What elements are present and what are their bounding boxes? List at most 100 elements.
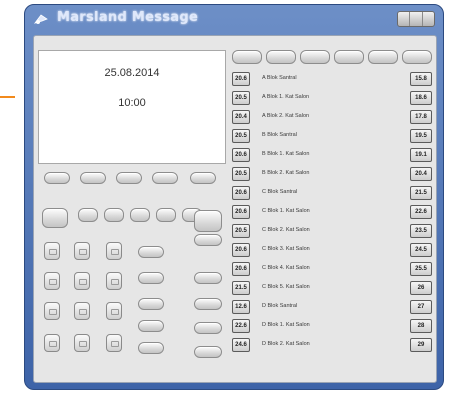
control-button-8[interactable] [104,208,124,222]
row-left-value[interactable]: 20.5 [232,224,250,238]
side-button-6[interactable] [138,320,164,332]
top-button-4[interactable] [334,50,364,64]
row-left-value[interactable]: 24.6 [232,338,250,352]
row-right-value[interactable]: 23.5 [410,224,432,238]
control-button-5[interactable] [190,172,216,184]
keypad-key-3[interactable] [106,242,122,260]
row-label: C Blok 1. Kat Salon [262,208,310,214]
row-left-value[interactable]: 20.6 [232,186,250,200]
list-item[interactable]: 20.5 B Blok Santral 19.5 [232,127,432,145]
row-left-value[interactable]: 20.6 [232,72,250,86]
list-item[interactable]: 20.6 C Blok Santral 21.5 [232,184,432,202]
row-left-value[interactable]: 20.6 [232,262,250,276]
row-label: C Blok 2. Kat Salon [262,227,310,233]
keypad-key-1[interactable] [44,242,60,260]
top-button-1[interactable] [232,50,262,64]
side-button-9[interactable] [194,346,222,358]
keypad-key-12[interactable] [106,334,122,352]
top-button-3[interactable] [300,50,330,64]
row-right-value[interactable]: 28 [410,319,432,333]
control-button-9[interactable] [130,208,150,222]
control-button-7[interactable] [78,208,98,222]
control-button-6[interactable] [42,208,68,228]
top-button-5[interactable] [368,50,398,64]
control-button-1[interactable] [44,172,70,184]
control-button-4[interactable] [152,172,178,184]
keypad-key-10[interactable] [44,334,60,352]
list-item[interactable]: 20.6 A Blok Santral 15.8 [232,70,432,88]
list-item[interactable]: 12.6 D Blok Santral 27 [232,298,432,316]
control-button-3[interactable] [116,172,142,184]
window-controls[interactable] [397,11,435,27]
row-right-value[interactable]: 20.4 [410,167,432,181]
side-button-1[interactable] [138,246,164,258]
row-right-value[interactable]: 24.5 [410,243,432,257]
row-label: A Blok 2. Kat Salon [262,113,310,119]
top-button-6[interactable] [402,50,432,64]
control-button-2[interactable] [80,172,106,184]
row-right-value[interactable]: 19.1 [410,148,432,162]
row-left-value[interactable]: 20.5 [232,167,250,181]
display-date: 25.08.2014 [104,67,160,79]
row-right-value[interactable]: 18.6 [410,91,432,105]
list-item[interactable]: 20.6 C Blok 4. Kat Salon 25.5 [232,260,432,278]
row-right-value[interactable]: 27 [410,300,432,314]
side-button-7[interactable] [194,322,222,334]
maximize-button[interactable] [410,12,423,26]
list-item[interactable]: 20.4 A Blok 2. Kat Salon 17.8 [232,108,432,126]
row-left-value[interactable]: 20.4 [232,110,250,124]
app-window: Marsland Message 25.08.2014 10:00 20.6 A… [24,4,444,390]
row-right-value[interactable]: 19.5 [410,129,432,143]
keypad-key-4[interactable] [44,272,60,290]
list-item[interactable]: 20.6 C Blok 1. Kat Salon 22.6 [232,203,432,221]
row-label: C Blok 4. Kat Salon [262,265,310,271]
row-left-value[interactable]: 22.6 [232,319,250,333]
row-right-value[interactable]: 26 [410,281,432,295]
list-item[interactable]: 21.5 C Blok 5. Kat Salon 26 [232,279,432,297]
keypad-key-6[interactable] [106,272,122,290]
row-right-value[interactable]: 17.8 [410,110,432,124]
list-item[interactable]: 24.6 D Blok 2. Kat Salon 29 [232,336,432,354]
row-left-value[interactable]: 20.5 [232,129,250,143]
keypad-key-5[interactable] [74,272,90,290]
keypad-key-9[interactable] [106,302,122,320]
row-left-value[interactable]: 20.5 [232,91,250,105]
row-right-value[interactable]: 15.8 [410,72,432,86]
list-item[interactable]: 20.6 B Blok 1. Kat Salon 19.1 [232,146,432,164]
title-bar[interactable]: Marsland Message [25,5,443,33]
side-button-4[interactable] [138,298,164,310]
row-left-value[interactable]: 20.6 [232,205,250,219]
keypad-key-2[interactable] [74,242,90,260]
list-item[interactable]: 20.5 A Blok 1. Kat Salon 18.6 [232,89,432,107]
row-left-value[interactable]: 20.6 [232,148,250,162]
list-item[interactable]: 20.5 C Blok 2. Kat Salon 23.5 [232,222,432,240]
row-left-value[interactable]: 20.6 [232,243,250,257]
keypad-key-8[interactable] [74,302,90,320]
side-button-8[interactable] [138,342,164,354]
list-item[interactable]: 20.5 B Blok 2. Kat Salon 20.4 [232,165,432,183]
top-button-2[interactable] [266,50,296,64]
orange-marker-line [0,96,15,98]
row-left-value[interactable]: 12.6 [232,300,250,314]
row-right-value[interactable]: 29 [410,338,432,352]
side-button-5[interactable] [194,298,222,310]
row-right-value[interactable]: 21.5 [410,186,432,200]
row-right-value[interactable]: 22.6 [410,205,432,219]
side-button-3[interactable] [194,272,222,284]
row-left-value[interactable]: 21.5 [232,281,250,295]
control-button-12[interactable] [194,210,222,232]
list-item[interactable]: 20.6 C Blok 3. Kat Salon 24.5 [232,241,432,259]
minimize-button[interactable] [398,12,411,26]
row-right-value[interactable]: 25.5 [410,262,432,276]
list-item[interactable]: 22.6 D Blok 1. Kat Salon 28 [232,317,432,335]
keypad-key-11[interactable] [74,334,90,352]
close-button[interactable] [423,12,434,26]
side-button-2[interactable] [138,272,164,284]
control-button-13[interactable] [194,234,222,246]
row-label: D Blok 2. Kat Salon [262,341,310,347]
keypad-key-7[interactable] [44,302,60,320]
row-label: B Blok 1. Kat Salon [262,151,310,157]
app-icon [33,14,48,24]
control-button-10[interactable] [156,208,176,222]
date-time-display: 25.08.2014 10:00 [38,50,226,164]
